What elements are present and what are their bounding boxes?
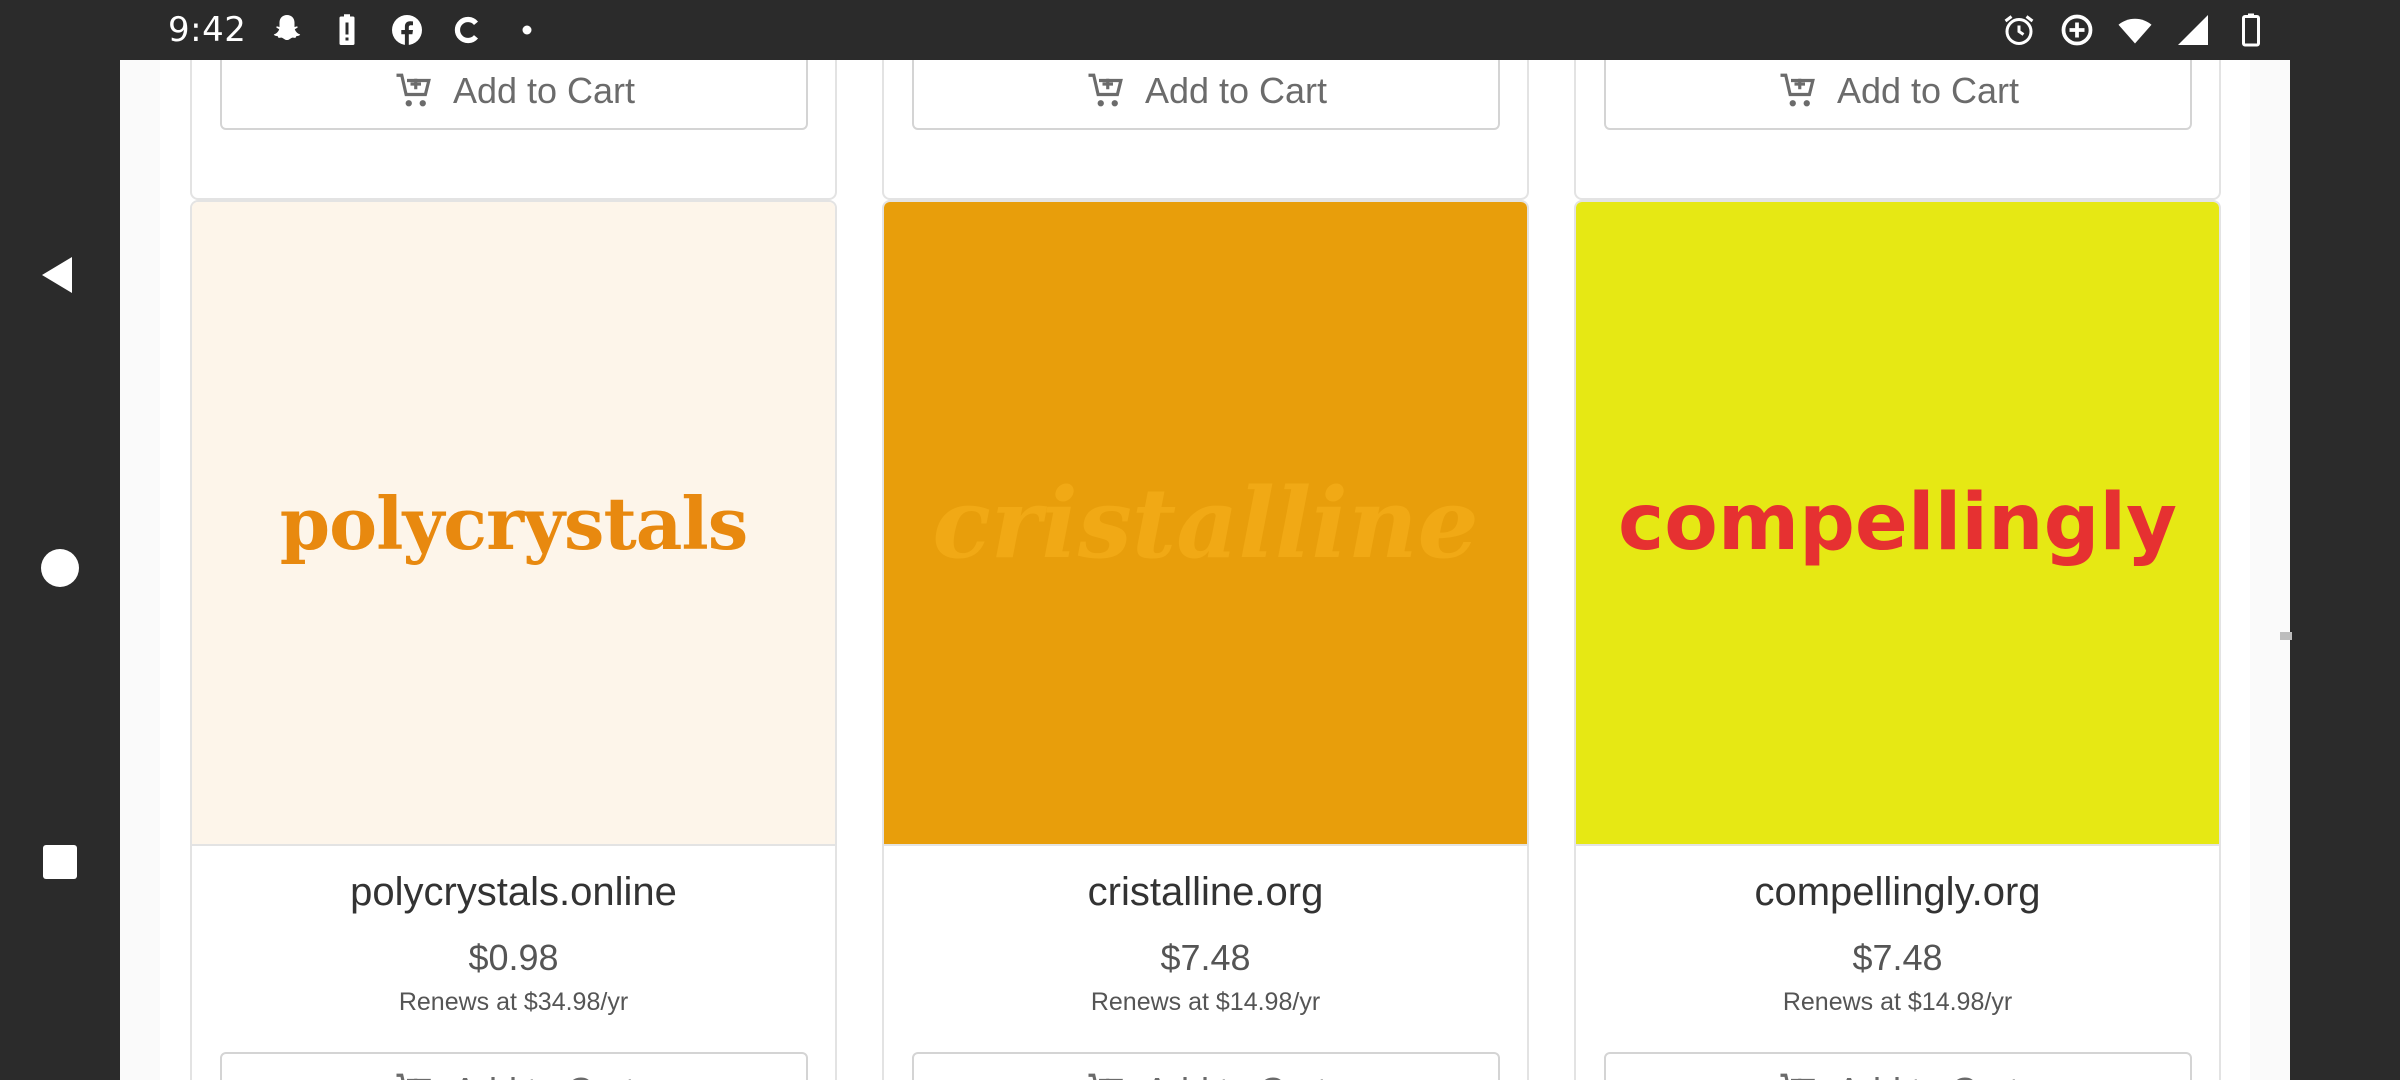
alarm-icon	[2000, 11, 2038, 49]
c-app-icon	[448, 11, 486, 49]
back-button[interactable]	[30, 245, 90, 305]
status-time: 9:42	[168, 10, 247, 50]
domain-name[interactable]: cristalline.org	[884, 870, 1527, 915]
status-bar: 9:42	[0, 0, 2400, 60]
add-to-cart-label: Add to Cart	[1144, 70, 1328, 111]
cart-plus-icon	[396, 73, 431, 107]
navigation-bar	[0, 60, 120, 1080]
domain-logo-image[interactable]: polycrystals	[192, 202, 835, 846]
facebook-icon	[388, 11, 426, 49]
logo-text: cristalline	[932, 466, 1479, 580]
recents-button[interactable]	[30, 832, 90, 892]
add-to-cart-label: Add to Cart	[452, 70, 636, 111]
cart-plus-icon	[396, 1073, 431, 1080]
scrollbar-thumb[interactable]	[2280, 632, 2292, 640]
domain-logo-image[interactable]: cristalline	[884, 202, 1527, 846]
product-card-partial: Add to Cart	[190, 60, 837, 200]
domain-price: $7.48	[1160, 937, 1251, 978]
cart-plus-icon	[1088, 1073, 1123, 1080]
add-to-cart-label: Add to Cart	[453, 1070, 635, 1080]
product-card[interactable]: cristalline cristalline.org $7.48 Renews…	[882, 200, 1529, 1080]
logo-text: compellingly	[1618, 478, 2177, 568]
renewal-price: Renews at $14.98/yr	[1090, 988, 1321, 1016]
add-to-cart-button[interactable]: Add to Cart	[912, 60, 1500, 130]
renewal-price: Renews at $34.98/yr	[398, 988, 629, 1016]
product-grid: Add to Cart Add to Cart Add to Cart poly…	[160, 60, 2250, 1080]
cart-plus-icon	[1780, 73, 1815, 107]
cart-plus-icon	[1780, 1073, 1815, 1080]
renewal-price: Renews at $14.98/yr	[1782, 988, 2013, 1016]
product-card-partial: Add to Cart	[1574, 60, 2221, 200]
domain-name[interactable]: polycrystals.online	[192, 870, 835, 915]
add-to-cart-button[interactable]: Add to Cart	[1604, 1052, 2192, 1080]
add-to-cart-button[interactable]: Add to Cart	[1604, 60, 2192, 130]
cart-plus-icon	[1088, 73, 1123, 107]
product-card[interactable]: compellingly compellingly.org $7.48 Rene…	[1574, 200, 2221, 1080]
status-left: 9:42	[168, 0, 546, 60]
web-page[interactable]: Add to Cart Add to Cart Add to Cart poly…	[120, 60, 2290, 1080]
snapchat-icon	[268, 11, 306, 49]
domain-price: $7.48	[1852, 937, 1943, 978]
add-to-cart-label: Add to Cart	[1837, 1070, 2019, 1080]
product-card[interactable]: polycrystals polycrystals.online $0.98 R…	[190, 200, 837, 1080]
battery-icon	[2232, 11, 2270, 49]
add-to-cart-button[interactable]: Add to Cart	[220, 60, 808, 130]
recents-icon	[43, 845, 77, 879]
data-saver-icon	[2058, 11, 2096, 49]
dot-icon	[508, 11, 546, 49]
add-to-cart-button[interactable]: Add to Cart	[912, 1052, 1500, 1080]
home-icon	[41, 549, 79, 587]
domain-logo-image[interactable]: compellingly	[1576, 202, 2219, 846]
add-to-cart-label: Add to Cart	[1836, 70, 2020, 111]
back-icon	[42, 257, 72, 293]
cell-signal-icon	[2174, 11, 2212, 49]
battery-alert-icon	[328, 11, 366, 49]
product-card-partial: Add to Cart	[882, 60, 1529, 200]
domain-name[interactable]: compellingly.org	[1576, 870, 2219, 915]
status-right	[2000, 0, 2270, 60]
wifi-icon	[2116, 11, 2154, 49]
logo-text: polycrystals	[279, 480, 748, 566]
domain-price: $0.98	[468, 937, 559, 978]
add-to-cart-label: Add to Cart	[1145, 1070, 1327, 1080]
add-to-cart-button[interactable]: Add to Cart	[220, 1052, 808, 1080]
home-button[interactable]	[30, 538, 90, 598]
